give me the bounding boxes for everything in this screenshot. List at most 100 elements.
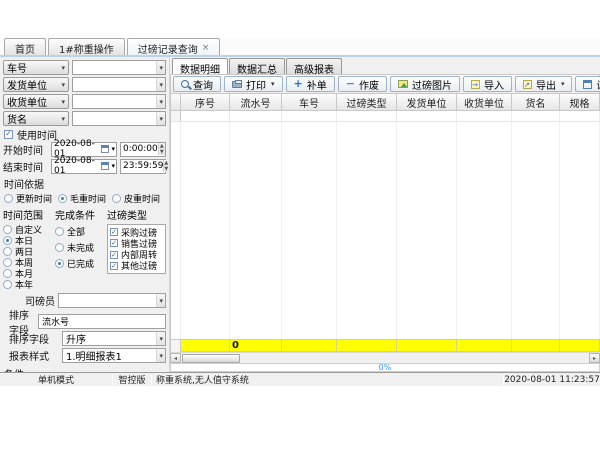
shipper-value-combo[interactable]: ▾ [72,77,166,92]
col-header-seq[interactable]: 序号 [181,94,230,111]
radio-finish-complete[interactable]: 已完成 [55,256,107,271]
spinner-arrows[interactable]: ▲▼ [158,143,165,155]
col-header-vehicle[interactable]: 车号 [282,94,337,111]
radio-range-week[interactable]: 本周 [3,257,55,267]
summary-cell [282,339,337,352]
horizontal-scrollbar[interactable]: ◂ ▸ [170,352,600,363]
end-time-label: 结束时间 [3,159,51,174]
start-date-picker[interactable]: 2020-08-01 ▾ [51,142,117,157]
row-indicator-header [171,94,181,111]
grid-body[interactable] [171,122,600,339]
time-basis-label: 时间依据 [4,176,166,191]
radio-icon [3,225,12,234]
checkbox-internal-weigh[interactable]: ✓内部周转 [110,250,163,260]
end-date-picker[interactable]: 2020-08-01 ▾ [51,159,117,174]
weigh-photo-button[interactable]: 过磅图片 [390,76,460,92]
grid-toolbar: 查询 打印▾ +补单 −作废 过磅图片 导入 导出▾ 设置 [170,74,600,94]
use-time-checkbox[interactable]: ✓ [4,130,13,139]
sort-field-input[interactable] [38,314,166,329]
chevron-down-icon: ▾ [156,349,165,362]
radio-range-year[interactable]: 本年 [3,279,55,289]
scroll-left-icon[interactable]: ◂ [170,353,181,363]
col-header-serial[interactable]: 流水号 [230,94,282,111]
tab-home-label: 首页 [15,41,35,56]
vehicle-field-dropdown[interactable]: 车号▾ [3,60,69,75]
main-content: 车号▾ ▾ 发货单位▾ ▾ 收货单位▾ ▾ 货名▾ ▾ ✓ 使用时间 [0,57,600,372]
report-style-combo[interactable]: 1.明细报表1▾ [62,348,166,363]
use-time-label: 使用时间 [17,127,57,142]
vehicle-value-combo[interactable]: ▾ [72,60,166,75]
spin-down-icon: ▼ [164,166,168,172]
radio-range-month[interactable]: 本月 [3,268,55,278]
checkbox-sale-weigh[interactable]: ✓销售过磅 [110,238,163,248]
tab-data-detail[interactable]: 数据明细 [172,58,228,74]
spinner-arrows[interactable]: ▲▼ [163,160,168,172]
col-header-shipper[interactable]: 发货单位 [397,94,457,111]
radio-update-time[interactable]: 更新时间 [4,192,52,204]
radio-selected-icon [58,194,67,203]
chevron-down-icon: ▾ [156,332,165,345]
radio-icon [112,194,121,203]
settings-button-label: 设置 [596,77,600,92]
sort-order-row: 排序字段 升序▾ [3,331,166,346]
start-time-spinner[interactable]: 0:00:00 ▲▼ [120,142,166,157]
progress-percent: 0% [379,364,392,372]
col-header-goods[interactable]: 货名 [512,94,560,111]
radio-range-custom[interactable]: 自定义 [3,224,55,234]
radio-range-twodays[interactable]: 两日 [3,246,55,256]
goods-value-combo[interactable]: ▾ [72,111,166,126]
checkbox-purchase-weigh[interactable]: ✓采购过磅 [110,227,163,237]
progress-bar: 0% [170,363,600,372]
end-time-spinner[interactable]: 23:59:59 ▲▼ [120,159,166,174]
checkbox-checked-icon: ✓ [110,239,118,247]
checkbox-other-weigh[interactable]: ✓其他过磅 [110,261,163,271]
shipper-field-dropdown[interactable]: 发货单位▾ [3,77,69,92]
radio-gross-time-label: 毛重时间 [70,192,106,205]
summary-indicator-cell [171,339,181,352]
tab-weigh-operation-label: 1#称重操作 [59,41,114,56]
col-header-weightype[interactable]: 过磅类型 [337,94,397,111]
scrollbar-thumb[interactable] [182,354,240,363]
print-button[interactable]: 打印▾ [224,76,283,92]
radio-finish-incomplete[interactable]: 未完成 [55,240,107,255]
import-button[interactable]: 导入 [463,76,512,92]
radio-finish-all-label: 全部 [67,225,85,238]
radio-gross-time[interactable]: 毛重时间 [58,192,106,204]
report-style-value: 1.明细报表1 [63,348,156,363]
weigh-type-column: 过磅类型 ✓采购过磅 ✓销售过磅 ✓内部周转 ✓其他过磅 [107,207,166,290]
tab-record-query[interactable]: 过磅记录查询 × [127,38,221,55]
calendar-icon [101,162,109,170]
weigher-combo[interactable]: ▾ [58,293,166,308]
radio-tare-time[interactable]: 皮重时间 [112,192,160,204]
query-button[interactable]: 查询 [173,76,221,92]
finish-state-column: 完成条件 全部 未完成 已完成 [55,207,107,290]
receiver-value-combo[interactable]: ▾ [72,94,166,109]
status-mode: 单机模式 [0,373,112,386]
radio-icon [3,258,12,267]
sort-field-row: 排序字段 [3,314,166,329]
col-header-receiver[interactable]: 收货单位 [457,94,512,111]
weigh-photo-button-label: 过磅图片 [412,77,452,92]
tab-data-summary[interactable]: 数据汇总 [229,58,285,74]
weigh-type-group: ✓采购过磅 ✓销售过磅 ✓内部周转 ✓其他过磅 [107,224,166,274]
radio-finish-all[interactable]: 全部 [55,224,107,239]
vehicle-field-label: 车号 [7,60,27,75]
tab-advanced-report[interactable]: 高级报表 [286,58,342,74]
receiver-field-dropdown[interactable]: 收货单位▾ [3,94,69,109]
supplement-button[interactable]: +补单 [286,76,335,92]
export-button[interactable]: 导出▾ [515,76,573,92]
scroll-right-icon[interactable]: ▸ [589,353,600,363]
void-button[interactable]: −作废 [338,76,387,92]
sort-order-combo[interactable]: 升序▾ [62,331,166,346]
tab-weigh-operation[interactable]: 1#称重操作 [48,38,125,55]
radio-finish-incomplete-label: 未完成 [67,241,94,254]
filter-row-goods: 货名▾ ▾ [3,111,166,126]
tab-home[interactable]: 首页 [4,38,46,55]
settings-button[interactable]: 设置 [575,76,600,92]
col-header-spec[interactable]: 规格 [560,94,600,111]
radio-range-today[interactable]: 本日 [3,235,55,245]
close-icon[interactable]: × [202,43,210,53]
goods-field-dropdown[interactable]: 货名▾ [3,111,69,126]
radio-icon [3,247,12,256]
end-date-value: 2020-08-01 [54,156,101,176]
